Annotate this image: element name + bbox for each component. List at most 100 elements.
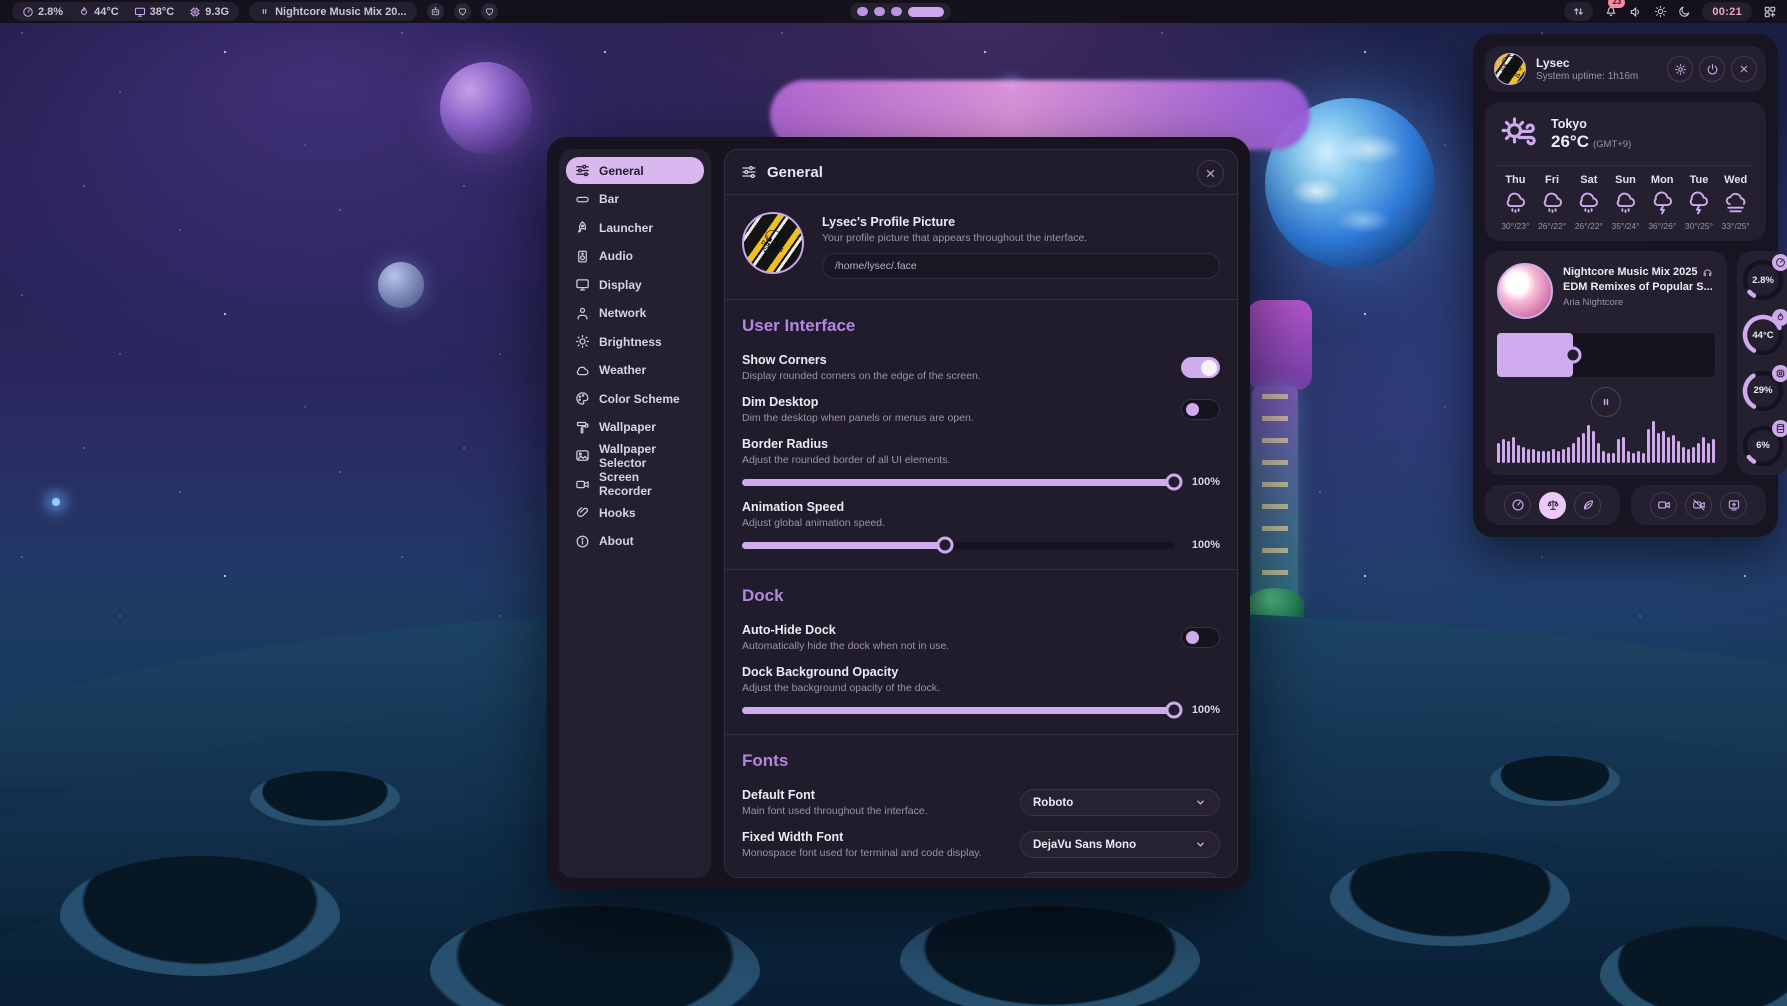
section-user-interface: User Interface — [742, 300, 1220, 340]
temp-value: 44°C — [94, 6, 119, 18]
profile-path-input[interactable] — [822, 253, 1220, 279]
slider-thumb[interactable] — [937, 537, 954, 554]
setting-billboard-font-clipped: Billboard Font — [742, 872, 1220, 878]
pause-button[interactable] — [1591, 387, 1621, 417]
user-uptime: System uptime: 1h16m — [1536, 71, 1638, 82]
default-font-dropdown[interactable]: Roboto — [1020, 789, 1220, 816]
storm-icon — [1686, 191, 1711, 216]
powersave-profile-button[interactable] — [1574, 492, 1601, 519]
notification-badge: 23 — [1608, 0, 1625, 8]
sidebar-item-bar[interactable]: Bar — [566, 186, 704, 213]
page-title: General — [767, 164, 823, 181]
moon-planet — [378, 262, 424, 308]
info-icon — [575, 534, 590, 549]
sidebar-item-brightness[interactable]: Brightness — [566, 328, 704, 355]
flame-icon — [78, 6, 90, 18]
forecast-day: Thu 30°/23° — [1497, 174, 1534, 231]
section-dock: Dock — [742, 570, 1220, 610]
sidebar-item-color-scheme[interactable]: Color Scheme — [566, 385, 704, 412]
rain-icon — [1613, 191, 1638, 216]
slider-thumb[interactable] — [1166, 474, 1183, 491]
top-bar: 2.8% 44°C 38°C 9.3G Nightcore Music Mix … — [0, 0, 1787, 23]
sidebar-item-audio[interactable]: Audio — [566, 243, 704, 270]
system-stats-pill[interactable]: 2.8% 44°C 38°C 9.3G — [12, 2, 239, 21]
sidebar-item-screen-recorder[interactable]: Screen Recorder — [566, 471, 704, 498]
side-panel: ☠ Lysec System uptime: 1h16m Tokyo 26°C(… — [1473, 34, 1778, 537]
palette-icon — [575, 391, 590, 406]
settings-window: General Bar Launcher Audio Display Netwo… — [547, 137, 1250, 890]
fixed-font-dropdown[interactable]: DejaVu Sans Mono — [1020, 831, 1220, 858]
setting-default-font: Default Font Main font used throughout t… — [742, 788, 1220, 817]
sidebar-item-about[interactable]: About — [566, 528, 704, 555]
clock-pill[interactable]: 00:21 — [1702, 2, 1752, 21]
camera-off-button[interactable] — [1685, 492, 1712, 519]
border-radius-slider[interactable] — [742, 479, 1174, 486]
album-art — [1497, 263, 1553, 319]
sidebar-item-display[interactable]: Display — [566, 271, 704, 298]
media-title: Nightcore Music Mix 2025 — [1563, 265, 1698, 280]
clock: 00:21 — [1712, 6, 1742, 18]
profile-title: Lysec's Profile Picture — [822, 215, 1220, 229]
overview-button[interactable] — [1763, 5, 1777, 19]
magenta-structure — [1248, 300, 1312, 390]
notifications-button[interactable]: 23 — [1604, 3, 1618, 20]
sun-wind-icon — [1497, 113, 1539, 155]
brightness-button[interactable] — [1654, 5, 1667, 18]
disk-gauge: 6% — [1741, 424, 1785, 468]
bot-button[interactable] — [427, 3, 444, 20]
close-panel-button[interactable] — [1731, 56, 1757, 82]
performance-profile-button[interactable] — [1504, 492, 1531, 519]
sidebar-item-launcher[interactable]: Launcher — [566, 214, 704, 241]
workspace-indicator[interactable] — [850, 3, 951, 20]
sidebar-item-weather[interactable]: Weather — [566, 357, 704, 384]
dock-opacity-slider[interactable] — [742, 707, 1174, 714]
temp-stat: 44°C — [78, 6, 119, 18]
show-corners-toggle[interactable] — [1181, 357, 1220, 378]
capture-toolbar — [1631, 485, 1766, 525]
night-light-button[interactable] — [1678, 5, 1691, 18]
purple-planet — [440, 62, 532, 154]
screenshare-button[interactable] — [1720, 492, 1747, 519]
chip-icon — [1772, 365, 1787, 382]
record-button[interactable] — [1650, 492, 1677, 519]
workspace-dot[interactable] — [874, 7, 885, 16]
sidebar-item-wallpaper-selector[interactable]: Wallpaper Selector — [566, 442, 704, 469]
media-pill[interactable]: Nightcore Music Mix 20... — [249, 2, 416, 21]
media-title: Nightcore Music Mix 20... — [275, 6, 406, 18]
media-card: Nightcore Music Mix 2025 EDM Remixes of … — [1485, 251, 1727, 475]
setting-auto-hide-dock: Auto-Hide Dock Automatically hide the do… — [742, 623, 1220, 652]
media-progress-slider[interactable] — [1497, 333, 1715, 377]
sun-icon — [575, 334, 590, 349]
workspace-active[interactable] — [908, 7, 944, 17]
close-button[interactable] — [1197, 160, 1224, 187]
heart-button[interactable] — [454, 3, 471, 20]
sidebar-item-wallpaper[interactable]: Wallpaper — [566, 414, 704, 441]
system-gauges: 2.8% 44°C 29% — [1737, 251, 1787, 475]
sidebar-item-network[interactable]: Network — [566, 300, 704, 327]
profile-section: ☠ Lysec's Profile Picture Your profile p… — [742, 195, 1220, 299]
workspace-dot[interactable] — [891, 7, 902, 16]
power-button[interactable] — [1699, 56, 1725, 82]
auto-hide-dock-toggle[interactable] — [1181, 627, 1220, 648]
sidebar-item-hooks[interactable]: Hooks — [566, 499, 704, 526]
profile-description: Your profile picture that appears throug… — [822, 232, 1220, 244]
workspace-dot[interactable] — [857, 7, 868, 16]
memory-gauge: 29% — [1741, 369, 1785, 413]
balanced-profile-button[interactable] — [1539, 492, 1566, 519]
setting-border-radius: Border Radius Adjust the rounded border … — [742, 437, 1220, 488]
animation-speed-slider[interactable] — [742, 542, 1174, 549]
sidebar-item-general[interactable]: General — [566, 157, 704, 184]
billboard-font-dropdown[interactable] — [1020, 872, 1220, 878]
slider-thumb[interactable] — [1166, 702, 1183, 719]
flame-icon — [1772, 309, 1787, 326]
volume-button[interactable] — [1629, 5, 1643, 19]
heart-button-2[interactable] — [481, 3, 498, 20]
weather-card: Tokyo 26°C(GMT+9) Thu 30°/23° Fri 26°/22… — [1485, 102, 1766, 241]
dim-desktop-toggle[interactable] — [1181, 399, 1220, 420]
chevron-down-icon — [1194, 838, 1207, 851]
network-pill[interactable] — [1564, 2, 1593, 21]
setting-show-corners: Show Corners Display rounded corners on … — [742, 353, 1220, 382]
settings-button[interactable] — [1667, 56, 1693, 82]
forecast-day: Sun 35°/24° — [1607, 174, 1644, 231]
slider-thumb[interactable] — [1565, 347, 1582, 364]
